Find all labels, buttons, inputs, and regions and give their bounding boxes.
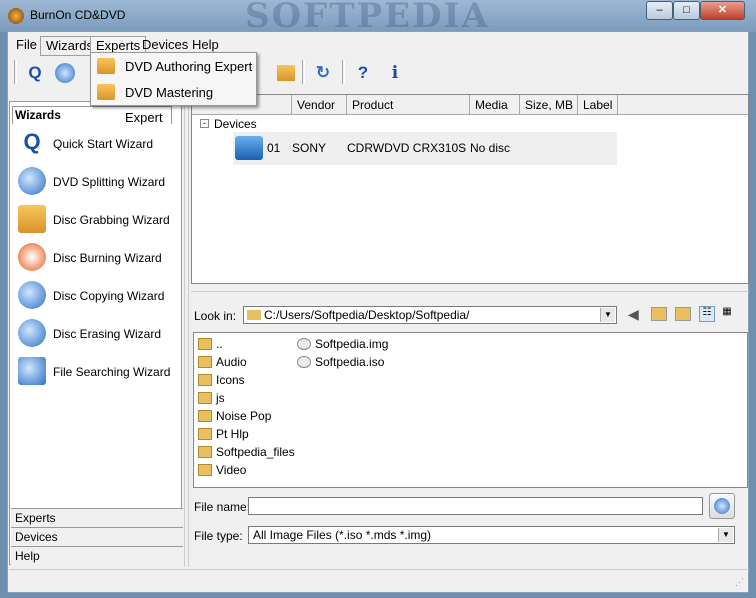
folder-icon xyxy=(198,464,212,476)
disc-image-icon xyxy=(297,356,311,368)
column-header-filler xyxy=(618,95,748,115)
title-bar: BurnOn CD&DVD SOFTPEDIA – □ ✕ xyxy=(0,0,756,36)
chevron-down-icon[interactable]: ▼ xyxy=(600,308,615,322)
device-product: CDRWDVD CRX310S xyxy=(347,141,467,155)
quick-start-icon: Q xyxy=(23,129,41,154)
wizards-panel: Wizards Q Quick Start Wizard DVD Splittin… xyxy=(9,101,183,565)
wizard-file-searching[interactable]: File Searching Wizard xyxy=(16,355,176,389)
status-bar: ⋰ xyxy=(9,569,749,591)
device-id: 01 xyxy=(267,141,281,155)
look-in-label: Look in: xyxy=(194,309,237,323)
folder-item[interactable]: Softpedia_files xyxy=(196,443,295,461)
folder-item[interactable]: Noise Pop xyxy=(196,407,271,425)
folder-item[interactable]: Video xyxy=(196,461,246,479)
toolbar-grip[interactable] xyxy=(14,60,17,84)
up-folder-icon[interactable] xyxy=(651,307,667,321)
disc-image-icon xyxy=(297,338,311,350)
new-folder-icon[interactable] xyxy=(675,307,691,321)
file-name-input[interactable] xyxy=(248,497,703,515)
refresh-icon[interactable]: ↻ xyxy=(310,60,336,86)
devices-table: Vendor Product Media Size, MB Label - De… xyxy=(191,94,749,284)
details-view-icon[interactable]: ▦ xyxy=(719,306,735,322)
wizard-dvd-splitting[interactable]: DVD Splitting Wizard xyxy=(16,165,176,199)
file-type-select[interactable]: All Image Files (*.iso *.mds *.img) ▼ xyxy=(248,526,735,544)
folder-icon xyxy=(198,392,212,404)
look-in-select[interactable]: C:/Users/Softpedia/Desktop/Softpedia/ ▼ xyxy=(243,306,617,324)
mastering-expert-icon xyxy=(97,84,115,100)
file-searching-icon xyxy=(18,357,46,385)
disc-copying-icon xyxy=(18,281,46,309)
wizard-disc-burning[interactable]: Disc Burning Wizard xyxy=(16,241,176,275)
wizard-quick-start[interactable]: Q Quick Start Wizard xyxy=(16,127,176,161)
app-icon xyxy=(8,8,24,24)
tab-devices[interactable]: Devices xyxy=(11,527,183,546)
browse-button[interactable] xyxy=(709,493,735,519)
folder-item[interactable]: Pt Hlp xyxy=(196,425,249,443)
folder-item[interactable]: js xyxy=(196,389,225,407)
file-item[interactable]: Softpedia.iso xyxy=(295,353,384,371)
toolbar-separator xyxy=(342,60,345,84)
window-body: File Wizards Experts Devices Help Q ↻ ? … xyxy=(7,31,749,593)
device-vendor: SONY xyxy=(292,141,327,155)
menu-item-dvd-authoring-expert[interactable]: DVD Authoring Expert xyxy=(93,54,253,79)
window-title: BurnOn CD&DVD xyxy=(30,8,126,22)
experts-dropdown: DVD Authoring Expert DVD Mastering Exper… xyxy=(90,52,257,125)
column-header-product[interactable]: Product xyxy=(347,95,470,115)
tab-experts[interactable]: Experts xyxy=(11,508,183,527)
disc-erasing-icon xyxy=(18,319,46,347)
close-button[interactable]: ✕ xyxy=(700,1,745,20)
resize-grip[interactable]: ⋰ xyxy=(735,577,747,589)
wizard-disc-erasing[interactable]: Disc Erasing Wizard xyxy=(16,317,176,351)
maximize-button[interactable]: □ xyxy=(673,1,700,20)
folder-item[interactable]: .. xyxy=(196,335,223,353)
vertical-splitter[interactable] xyxy=(184,92,189,567)
device-row[interactable]: 01 SONY CDRWDVD CRX310S No disc xyxy=(233,132,617,165)
quick-start-icon[interactable]: Q xyxy=(22,60,48,86)
file-type-label: File type: xyxy=(194,529,243,543)
file-type-value: All Image Files (*.iso *.mds *.img) xyxy=(253,528,432,542)
wizard-disc-copying[interactable]: Disc Copying Wizard xyxy=(16,279,176,313)
help-icon[interactable]: ? xyxy=(350,60,376,86)
disc-grabbing-icon xyxy=(18,205,46,233)
collapse-icon[interactable]: - xyxy=(200,119,209,128)
folder-item[interactable]: Audio xyxy=(196,353,247,371)
folder-icon xyxy=(198,446,212,458)
column-header-vendor[interactable]: Vendor xyxy=(292,95,347,115)
toolbar-separator xyxy=(302,60,305,84)
folder-icon xyxy=(198,410,212,422)
folder-icon xyxy=(198,356,212,368)
file-list: .. Audio Icons js Noise Pop Pt Hlp Softp… xyxy=(193,332,748,488)
folder-icon xyxy=(198,338,212,350)
file-browser: Look in: C:/Users/Softpedia/Desktop/Soft… xyxy=(191,297,749,567)
folder-icon xyxy=(247,310,261,320)
tree-root-devices[interactable]: Devices xyxy=(214,117,257,131)
info-icon[interactable]: i xyxy=(382,60,408,86)
chevron-down-icon[interactable]: ▼ xyxy=(718,528,733,542)
folder-icon xyxy=(198,428,212,440)
menu-item-dvd-mastering-expert[interactable]: DVD Mastering Expert xyxy=(93,80,253,125)
column-header-label[interactable]: Label xyxy=(578,95,618,115)
tab-help[interactable]: Help xyxy=(11,546,183,565)
menu-file[interactable]: File xyxy=(11,36,42,56)
dvd-splitting-icon xyxy=(18,167,46,195)
drive-icon xyxy=(235,136,263,160)
column-header-media[interactable]: Media xyxy=(470,95,520,115)
wizard-disc-grabbing[interactable]: Disc Grabbing Wizard xyxy=(16,203,176,237)
column-header-size[interactable]: Size, MB xyxy=(520,95,578,115)
search-disc-icon xyxy=(714,498,730,514)
mastering-expert-icon[interactable] xyxy=(272,60,298,86)
dvd-splitting-icon[interactable] xyxy=(52,60,78,86)
authoring-expert-icon xyxy=(97,58,115,74)
device-media: No disc xyxy=(470,141,511,155)
file-name-label: File name: xyxy=(194,500,251,514)
horizontal-splitter[interactable] xyxy=(191,287,749,292)
disc-burning-icon xyxy=(18,243,46,271)
file-item[interactable]: Softpedia.img xyxy=(295,335,388,353)
look-in-value: C:/Users/Softpedia/Desktop/Softpedia/ xyxy=(264,308,470,322)
back-icon[interactable]: ◀ xyxy=(628,306,639,323)
folder-item[interactable]: Icons xyxy=(196,371,245,389)
minimize-button[interactable]: – xyxy=(646,1,673,20)
list-view-icon[interactable]: ☷ xyxy=(699,306,715,322)
folder-icon xyxy=(198,374,212,386)
